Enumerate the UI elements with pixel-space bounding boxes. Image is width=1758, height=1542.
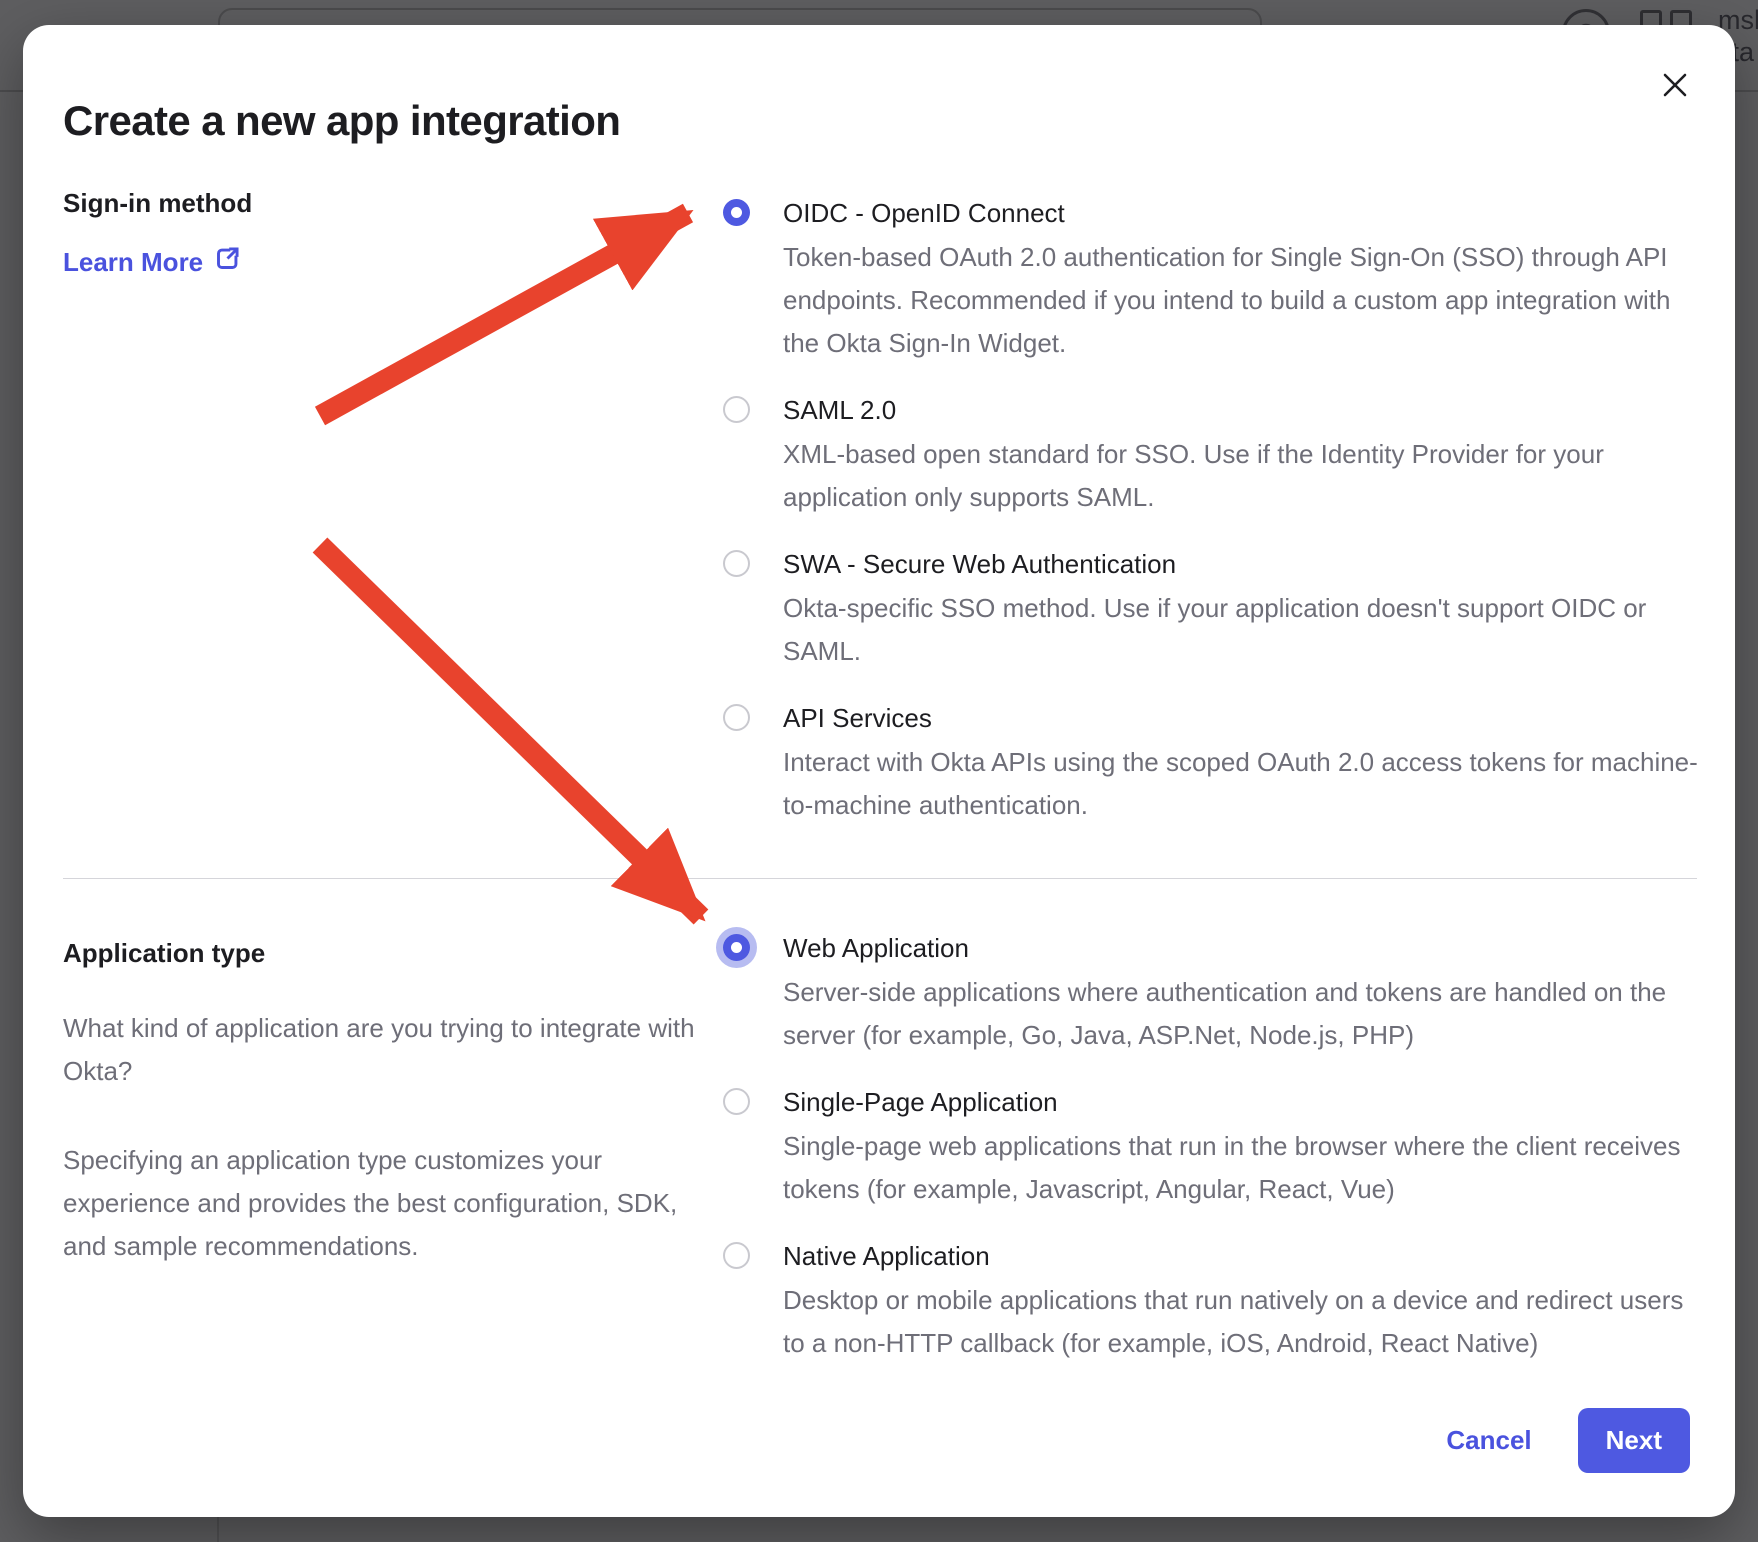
option-swa[interactable]: SWA - Secure Web Authentication Okta-spe… [723, 546, 1713, 673]
option-description: Okta-specific SSO method. Use if your ap… [783, 587, 1708, 673]
radio-saml[interactable] [723, 396, 750, 423]
learn-more-label: Learn More [63, 247, 203, 278]
application-type-label: Application type [63, 937, 703, 969]
option-label: Single-Page Application [783, 1084, 1708, 1120]
option-native-application[interactable]: Native Application Desktop or mobile app… [723, 1238, 1713, 1365]
radio-swa[interactable] [723, 550, 750, 577]
option-saml[interactable]: SAML 2.0 XML-based open standard for SSO… [723, 392, 1713, 519]
external-link-icon [214, 245, 241, 279]
cancel-button[interactable]: Cancel [1446, 1425, 1531, 1456]
application-type-column: Application type What kind of applicatio… [63, 937, 703, 1268]
option-label: SWA - Secure Web Authentication [783, 546, 1708, 582]
option-single-page-application-text: Single-Page Application Single-page web … [783, 1084, 1708, 1211]
option-single-page-application[interactable]: Single-Page Application Single-page web … [723, 1084, 1713, 1211]
application-type-help-text: Specifying an application type customize… [63, 1139, 703, 1268]
option-description: Desktop or mobile applications that run … [783, 1279, 1708, 1365]
section-divider [63, 878, 1697, 879]
option-label: Native Application [783, 1238, 1708, 1274]
option-saml-text: SAML 2.0 XML-based open standard for SSO… [783, 392, 1708, 519]
dialog-footer: Cancel Next [1446, 1408, 1690, 1473]
option-oidc[interactable]: OIDC - OpenID Connect Token-based OAuth … [723, 195, 1713, 365]
dialog-title: Create a new app integration [63, 97, 620, 145]
sign-in-method-options: OIDC - OpenID Connect Token-based OAuth … [723, 195, 1713, 854]
option-oidc-text: OIDC - OpenID Connect Token-based OAuth … [783, 195, 1708, 365]
option-label: OIDC - OpenID Connect [783, 195, 1708, 231]
option-web-application-text: Web Application Server-side applications… [783, 930, 1708, 1057]
sign-in-method-column: Sign-in method Learn More [63, 187, 643, 279]
option-description: Interact with Okta APIs using the scoped… [783, 741, 1708, 827]
learn-more-link[interactable]: Learn More [63, 245, 643, 279]
next-button[interactable]: Next [1578, 1408, 1690, 1473]
application-type-options: Web Application Server-side applications… [723, 930, 1713, 1392]
option-description: Single-page web applications that run in… [783, 1125, 1708, 1211]
create-app-integration-dialog: Create a new app integration Sign-in met… [23, 25, 1735, 1517]
option-api-services-text: API Services Interact with Okta APIs usi… [783, 700, 1708, 827]
radio-single-page-application[interactable] [723, 1088, 750, 1115]
option-description: Server-side applications where authentic… [783, 971, 1708, 1057]
option-web-application[interactable]: Web Application Server-side applications… [723, 930, 1713, 1057]
radio-native-application[interactable] [723, 1242, 750, 1269]
sign-in-method-label: Sign-in method [63, 187, 643, 219]
option-swa-text: SWA - Secure Web Authentication Okta-spe… [783, 546, 1708, 673]
option-description: XML-based open standard for SSO. Use if … [783, 433, 1708, 519]
option-label: Web Application [783, 930, 1708, 966]
application-type-question: What kind of application are you trying … [63, 1007, 703, 1093]
option-api-services[interactable]: API Services Interact with Okta APIs usi… [723, 700, 1713, 827]
radio-oidc-selected[interactable] [723, 199, 750, 226]
option-native-application-text: Native Application Desktop or mobile app… [783, 1238, 1708, 1365]
close-icon[interactable] [1659, 69, 1691, 101]
option-label: API Services [783, 700, 1708, 736]
option-description: Token-based OAuth 2.0 authentication for… [783, 236, 1708, 365]
option-label: SAML 2.0 [783, 392, 1708, 428]
radio-api-services[interactable] [723, 704, 750, 731]
radio-web-application-selected[interactable] [723, 934, 750, 961]
